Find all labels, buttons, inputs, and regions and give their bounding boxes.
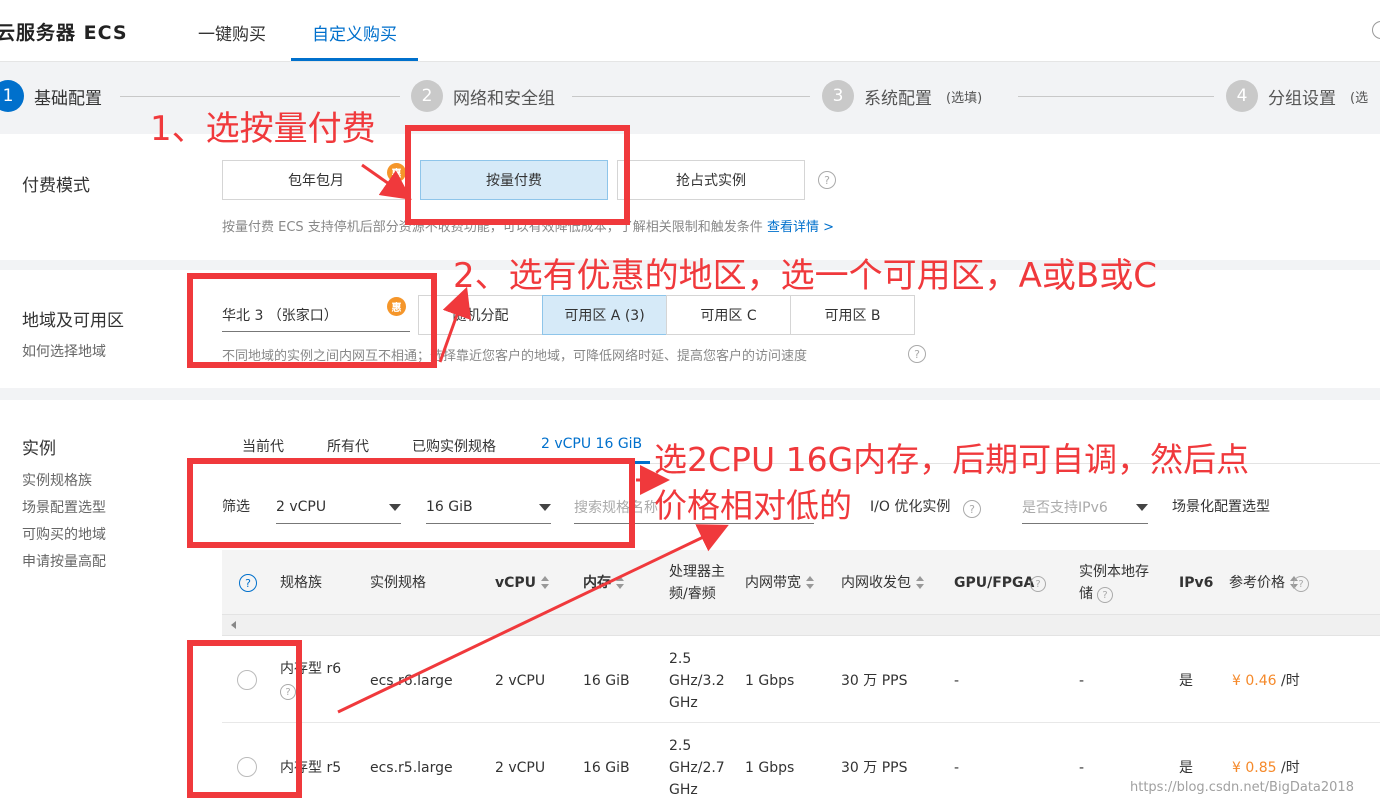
annotation-arrows bbox=[337, 163, 729, 714]
arrow-rows bbox=[337, 524, 729, 714]
arrow-billing bbox=[361, 163, 412, 200]
watermark: https://blog.csdn.net/BigData2018 bbox=[1130, 780, 1354, 795]
arrow-region bbox=[438, 286, 472, 363]
